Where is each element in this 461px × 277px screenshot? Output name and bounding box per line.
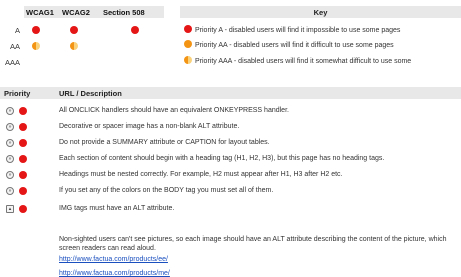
issue-text: Decorative or spacer image has a non-bla… (59, 123, 240, 130)
priority-a-dot-icon (19, 187, 27, 195)
matrix-header: WCAG1 WCAG2 Section 508 (24, 6, 164, 18)
expand-icon[interactable]: » (6, 187, 14, 195)
expand-icon[interactable]: » (6, 155, 14, 163)
issue-row[interactable]: » Headings must be nested correctly. For… (0, 170, 461, 181)
issue-row[interactable]: » Do not provide a SUMMARY attribute or … (0, 138, 461, 149)
collapse-icon[interactable]: ▴ (6, 205, 14, 213)
expand-icon[interactable]: » (6, 139, 14, 147)
row-label-aaa: AAA (4, 58, 20, 67)
expand-icon[interactable]: » (6, 107, 14, 115)
issue-row[interactable]: » Decorative or spacer image has a non-b… (0, 122, 461, 133)
row-label-a: A (14, 26, 20, 35)
header-wcag1: WCAG1 (26, 8, 54, 17)
issue-text: IMG tags must have an ALT attribute. (59, 205, 175, 212)
priority-a-dot-icon (19, 139, 27, 147)
expand-icon[interactable]: » (6, 171, 14, 179)
orange-dot-icon (184, 40, 192, 48)
key-title: Key (180, 6, 461, 18)
wcag2-a-dot-icon (70, 26, 78, 34)
wcag1-a-dot-icon (32, 26, 40, 34)
wcag2-aa-dot-icon (70, 42, 78, 50)
issue-row-expanded[interactable]: ▴ IMG tags must have an ALT attribute. (0, 204, 461, 215)
section508-a-dot-icon (131, 26, 139, 34)
red-dot-icon (184, 25, 192, 33)
issue-text: Do not provide a SUMMARY attribute or CA… (59, 139, 270, 146)
header-wcag2: WCAG2 (62, 8, 90, 17)
wcag1-aa-dot-icon (32, 42, 40, 50)
priority-a-dot-icon (19, 171, 27, 179)
affected-url-link[interactable]: http://www.factua.com/products/me/ (59, 270, 170, 277)
row-label-aa: AA (9, 42, 20, 51)
affected-url-link[interactable]: http://www.factua.com/products/ee/ (59, 256, 168, 263)
issues-table-header: Priority URL / Description (0, 87, 461, 99)
key-item-priority-aa: Priority AA - disabled users will find i… (184, 40, 394, 49)
key-item-priority-aaa: Priority AAA - disabled users will find … (184, 56, 411, 65)
expand-icon[interactable]: » (6, 123, 14, 131)
url-description-column-header: URL / Description (59, 89, 122, 98)
issue-text: If you set any of the colors on the BODY… (59, 187, 274, 194)
priority-a-dot-icon (19, 107, 27, 115)
issue-row[interactable]: » If you set any of the colors on the BO… (0, 186, 461, 197)
issue-text: Headings must be nested correctly. For e… (59, 171, 343, 178)
issue-row[interactable]: » All ONCLICK handlers should have an eq… (0, 106, 461, 117)
issue-row[interactable]: » Each section of content should begin w… (0, 154, 461, 165)
issue-text: Each section of content should begin wit… (59, 155, 385, 162)
priority-a-dot-icon (19, 205, 27, 213)
header-section508: Section 508 (103, 8, 145, 17)
priority-column-header: Priority (4, 89, 31, 98)
issue-text: All ONCLICK handlers should have an equi… (59, 107, 289, 114)
priority-a-dot-icon (19, 155, 27, 163)
issue-description: Non-sighted users can't see pictures, so… (59, 236, 447, 252)
half-orange-dot-icon (184, 56, 192, 64)
key-item-priority-a: Priority A - disabled users will find it… (184, 25, 400, 34)
priority-a-dot-icon (19, 123, 27, 131)
